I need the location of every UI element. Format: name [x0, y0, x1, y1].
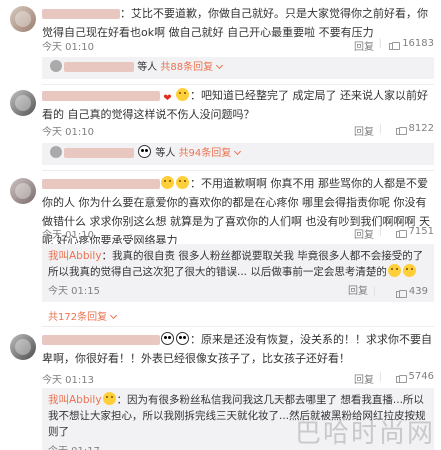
like-count: 8122: [408, 123, 434, 134]
reply-count[interactable]: 共88条回复: [160, 62, 213, 73]
comment-meta: 今天 01:10 回复 | 16183: [42, 38, 434, 53]
like-button[interactable]: 16183: [389, 38, 434, 50]
reply-button[interactable]: 回复: [354, 226, 374, 241]
reply-username[interactable]: 我叫Abbily: [48, 394, 102, 406]
avatar: [50, 146, 62, 158]
like-count: 7151: [408, 226, 434, 237]
like-button[interactable]: 5746: [395, 371, 434, 383]
summary-suffix: 等人: [137, 62, 158, 73]
divider: |: [372, 286, 376, 297]
emoji-icon: [387, 264, 401, 277]
reply-button[interactable]: 回复: [348, 282, 368, 301]
reply-item: 我叫Abbily：我真的很自责 很多人粉丝都说要取关我 毕竟很多人都不会接受的了…: [42, 244, 434, 302]
reply-summary[interactable]: 等人 共88条回复: [42, 57, 434, 79]
reply-count[interactable]: 共94条回复: [179, 148, 232, 159]
watermark: 巴哈时尚网: [294, 419, 435, 449]
panda-emoji-icon: [176, 332, 189, 345]
divider: |: [378, 38, 382, 49]
timestamp: 今天 01:13: [42, 375, 94, 386]
reply-meta: 今天 01:15 回复 | 439: [48, 282, 428, 298]
username[interactable]: [42, 335, 160, 345]
reply-username[interactable]: 我叫Abbily: [48, 250, 102, 262]
avatar[interactable]: [10, 90, 36, 116]
timestamp: 今天 01:10: [42, 230, 94, 241]
emoji-icon: [176, 176, 189, 189]
reply-button[interactable]: 回复: [354, 38, 374, 53]
more-replies-link[interactable]: 共172条回复: [48, 308, 118, 323]
thumbs-up-icon: [395, 287, 407, 298]
panda-emoji-icon: [161, 332, 174, 345]
timestamp: 今天 01:17: [48, 442, 100, 450]
avatar[interactable]: [10, 334, 36, 360]
divider: |: [378, 123, 382, 134]
comment-meta: 今天 01:10 回复 | 7151: [42, 226, 434, 241]
comment-meta: 今天 01:10 回复 | 8122: [42, 123, 434, 138]
chevron-down-icon: [234, 147, 242, 156]
divider: |: [378, 226, 382, 237]
divider: [42, 326, 434, 327]
like-button[interactable]: 8122: [395, 123, 434, 135]
emoji-icon: [402, 264, 416, 277]
emoji-icon: [176, 88, 189, 101]
thumbs-up-icon: [389, 39, 401, 50]
divider: |: [378, 371, 382, 382]
emoji-icon: [161, 176, 174, 189]
thumbs-up-icon: [395, 372, 407, 383]
emoji-icon: [102, 392, 116, 405]
divider: [42, 84, 434, 85]
thumbs-up-icon: [395, 124, 407, 135]
avatar[interactable]: [10, 6, 36, 32]
thumbs-up-icon: [395, 227, 407, 238]
reply-button[interactable]: 回复: [354, 371, 374, 386]
comment-meta: 今天 01:13 回复 | 5746: [42, 371, 434, 386]
like-count: 16183: [402, 38, 434, 49]
like-count: 439: [408, 286, 428, 297]
like-button[interactable]: 439: [395, 282, 428, 301]
reply-summary[interactable]: 等人 共94条回复: [42, 143, 434, 165]
panda-emoji-icon: [138, 145, 152, 158]
comment-text: ❤ ：吧知道已经整完了 成定局了 还来说人家以前好看的 自己真的觉得这样说不伤人没…: [42, 88, 428, 121]
timestamp: 今天 01:10: [42, 127, 94, 138]
avatar[interactable]: [10, 178, 36, 204]
chevron-down-icon: [110, 311, 118, 320]
like-count: 5746: [408, 371, 434, 382]
reply-button[interactable]: 回复: [354, 123, 374, 138]
summary-suffix: 等人: [155, 148, 176, 159]
timestamp: 今天 01:15: [48, 286, 100, 297]
chevron-down-icon: [216, 61, 224, 70]
timestamp: 今天 01:10: [42, 42, 94, 53]
username[interactable]: [42, 179, 160, 189]
like-button[interactable]: 7151: [395, 226, 434, 238]
divider: [42, 170, 434, 171]
username[interactable]: [64, 148, 134, 158]
username[interactable]: [42, 9, 120, 19]
username[interactable]: [42, 91, 160, 101]
comment-text: ：原来是还没有恢复，没关系的！！求求你不要自卑啊，你很好看！！外表已经很像女孩子…: [42, 332, 432, 365]
avatar: [50, 60, 62, 72]
comment-text: ：艾比不要道歉，你做自己就好。只是大家觉得你之前好看，你觉得自己现在好看也ok啊…: [42, 7, 428, 39]
heart-icon: ❤: [163, 93, 172, 104]
username[interactable]: [64, 62, 134, 72]
reply-text: 我叫Abbily：我真的很自责 很多人粉丝都说要取关我 毕竟很多人都不会接受的了…: [48, 250, 424, 278]
